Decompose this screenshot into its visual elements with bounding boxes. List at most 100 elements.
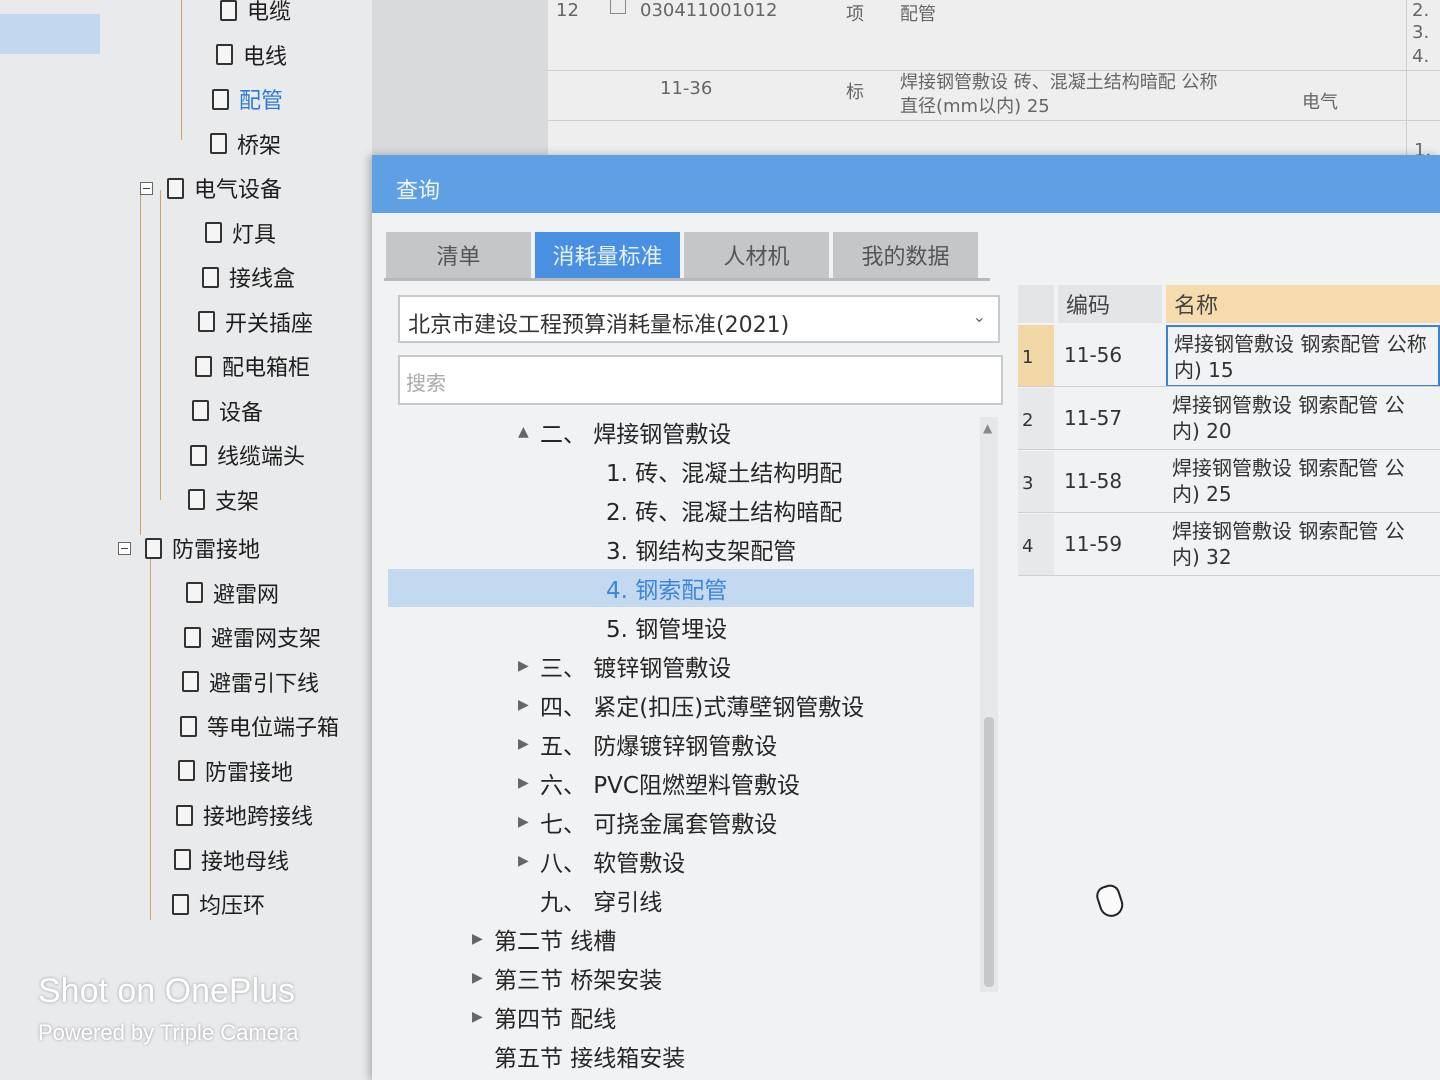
tree-item[interactable]: 配电箱柜 [195, 350, 310, 382]
tab-my-data[interactable]: 我的数据 [833, 232, 978, 278]
document-icon [195, 355, 212, 377]
tree-item[interactable]: 电气设备 [140, 172, 282, 204]
tree-item-label: 避雷引下线 [209, 671, 320, 697]
row-index: 1 [1018, 325, 1054, 387]
chapter-tree-item[interactable]: ▶ 第四节 配线 [388, 998, 974, 1036]
tree-item[interactable]: 灯具 [205, 217, 276, 249]
chapter-tree-item[interactable]: ▶ 四、 紧定(扣压)式薄壁钢管敷设 [388, 686, 974, 724]
collapse-icon[interactable] [140, 181, 153, 195]
row-index: 3 [1018, 451, 1054, 513]
index-header [1018, 285, 1054, 323]
document-icon [216, 44, 233, 65]
document-icon [202, 266, 219, 288]
tree-item[interactable]: 避雷引下线 [182, 666, 319, 698]
collapse-arrow-icon[interactable]: ▲ [518, 424, 540, 440]
bg-right-col: 3. [1412, 22, 1430, 43]
expand-arrow-icon[interactable]: ▶ [518, 736, 540, 752]
tree-line [150, 550, 151, 920]
tree-item[interactable]: 等电位端子箱 [180, 710, 339, 742]
tree-item[interactable]: 开关插座 [198, 306, 313, 338]
tree-item[interactable]: 桥架 [210, 128, 281, 160]
chapter-tree-scrollbar[interactable]: ▲ [980, 417, 998, 992]
table-row[interactable]: 1 11-56 焊接钢管敷设 钢索配管 公称 内) 15 [1018, 325, 1440, 387]
chapter-tree-item[interactable]: ▲ 二、 焊接钢管敷设 [388, 413, 974, 451]
bg-sub-unit: 电气 [1302, 92, 1338, 113]
tab-bill[interactable]: 清单 [386, 232, 531, 278]
document-icon [178, 760, 195, 781]
tree-item[interactable]: 电缆 [220, 0, 291, 26]
tabbar-underline [384, 278, 990, 281]
chapter-tree-item[interactable]: 2. 砖、混凝土结构暗配 [388, 491, 974, 529]
chapter-tree-item[interactable]: ▶ 第二节 线槽 [388, 920, 974, 958]
chapter-tree-item[interactable]: ▶ 第三节 桥架安装 [388, 959, 974, 997]
table-row[interactable]: 3 11-58 焊接钢管敷设 钢索配管 公内) 25 [1018, 451, 1440, 513]
expand-arrow-icon[interactable]: ▶ [472, 931, 494, 947]
bg-sub-name-1: 焊接钢管敷设 砖、混凝土结构暗配 公称 [900, 72, 1218, 93]
tab-labor-material-machine[interactable]: 人材机 [684, 232, 829, 278]
tree-item[interactable]: 配管 [212, 83, 283, 115]
chapter-tree-label: 1. 砖、混凝土结构明配 [606, 461, 843, 487]
tree-item[interactable]: 线缆端头 [190, 439, 305, 471]
chapter-tree-item[interactable]: ▶ 三、 镀锌钢管敷设 [388, 647, 974, 685]
document-icon [184, 626, 201, 648]
scrollbar-thumb[interactable] [984, 717, 994, 987]
standard-select[interactable]: 北京市建设工程预算消耗量标准(2021) ⌄ [398, 295, 1000, 343]
tree-item[interactable]: 接地母线 [174, 844, 289, 876]
chapter-tree-item[interactable]: ▶ 五、 防爆镀锌钢管敷设 [388, 725, 974, 763]
code-header[interactable]: 编码 [1058, 285, 1162, 323]
row-name: 焊接钢管敷设 钢索配管 公称 内) 15 [1166, 325, 1440, 387]
tree-item[interactable]: 避雷网 [186, 577, 279, 609]
tree-item[interactable]: 均压环 [172, 888, 265, 920]
chapter-tree-item[interactable]: 第五节 接线箱安装 [388, 1037, 974, 1075]
bg-row-type: 项 [846, 4, 864, 25]
chapter-tree-label: 3. 钢结构支架配管 [606, 539, 797, 565]
tab-consumption-standard[interactable]: 消耗量标准 [535, 232, 680, 278]
tree-item-label: 等电位端子箱 [207, 716, 340, 741]
chapter-tree-label: 四、 紧定(扣压)式薄壁钢管敷设 [540, 695, 865, 721]
chapter-tree-item[interactable]: 3. 钢结构支架配管 [388, 530, 974, 568]
document-icon [205, 222, 222, 243]
expand-arrow-icon[interactable]: ▶ [472, 970, 494, 986]
chevron-down-icon[interactable]: ⌄ [973, 307, 986, 326]
chapter-tree-item[interactable]: ▶ 八、 软管敷设 [388, 842, 974, 880]
chapter-tree-label: 七、 可挠金属套管敷设 [540, 812, 778, 838]
chapter-tree-item[interactable]: ▶ 六、 PVC阻燃塑料管敷设 [388, 764, 974, 802]
chapter-tree-item[interactable]: 九、 穿引线 [388, 881, 974, 919]
expand-arrow-icon[interactable]: ▶ [518, 697, 540, 713]
collapse-icon[interactable] [118, 541, 131, 555]
tree-item[interactable]: 接地跨接线 [176, 799, 313, 831]
tree-item[interactable]: 支架 [188, 484, 259, 516]
document-icon [192, 400, 209, 421]
expand-arrow-icon[interactable]: ▶ [518, 853, 540, 869]
row-name: 焊接钢管敷设 钢索配管 公内) 20 [1166, 388, 1440, 450]
scroll-up-icon[interactable]: ▲ [983, 421, 992, 435]
tree-item-label: 配管 [239, 89, 284, 114]
chapter-tree-label: 六、 PVC阻燃塑料管敷设 [540, 773, 800, 799]
tree-item[interactable]: 防雷接地 [118, 532, 260, 564]
expand-arrow-icon[interactable]: ▶ [472, 1009, 494, 1025]
document-icon [212, 88, 229, 110]
chapter-tree-label: 二、 焊接钢管敷设 [540, 422, 732, 448]
table-row[interactable]: 2 11-57 焊接钢管敷设 钢索配管 公内) 20 [1018, 388, 1440, 450]
chapter-tree-item[interactable]: 4. 钢索配管 [388, 569, 974, 607]
expand-arrow-icon[interactable]: ▶ [518, 658, 540, 674]
chapter-tree-label: 九、 穿引线 [540, 890, 663, 916]
document-icon [145, 537, 162, 559]
chapter-tree-item[interactable]: ▶ 七、 可挠金属套管敷设 [388, 803, 974, 841]
tree-item[interactable]: 防雷接地 [178, 755, 293, 787]
tree-item-label: 电缆 [247, 0, 292, 25]
tree-item[interactable]: 设备 [192, 395, 263, 427]
tree-item-label: 防雷接地 [172, 538, 261, 563]
chapter-tree-item[interactable]: 1. 砖、混凝土结构明配 [388, 452, 974, 490]
tree-item[interactable]: 电线 [216, 39, 287, 71]
expand-arrow-icon[interactable]: ▶ [518, 775, 540, 791]
tree-item-label: 开关插座 [225, 311, 314, 337]
tree-item[interactable]: 接线盒 [202, 261, 295, 293]
tree-item[interactable]: 避雷网支架 [184, 621, 321, 653]
table-row[interactable]: 4 11-59 焊接钢管敷设 钢索配管 公内) 32 [1018, 514, 1440, 576]
search-input[interactable]: 搜索 [398, 355, 1003, 405]
chapter-tree-item[interactable]: 5. 钢管埋设 [388, 608, 974, 646]
chapter-tree: ▲ 二、 焊接钢管敷设 1. 砖、混凝土结构明配 2. 砖、混凝土结构暗配 3. 钢结构… [372, 405, 1002, 1080]
name-header[interactable]: 名称 [1166, 285, 1440, 323]
expand-arrow-icon[interactable]: ▶ [518, 814, 540, 830]
